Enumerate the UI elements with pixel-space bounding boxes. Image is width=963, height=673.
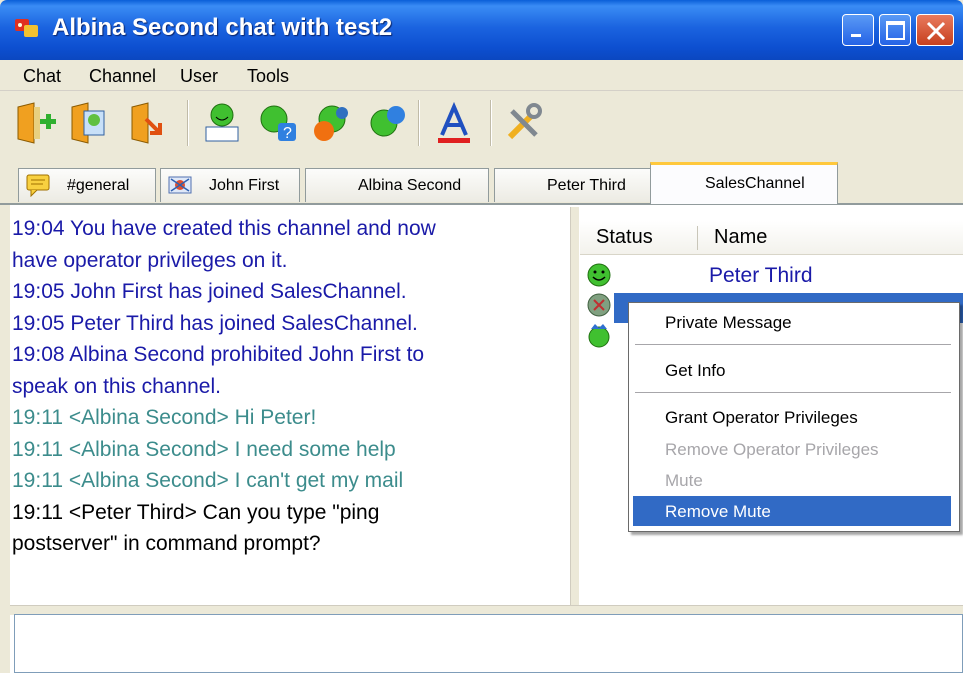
message-input[interactable] xyxy=(14,614,963,673)
app-icon xyxy=(15,19,38,37)
window-title: Albina Second chat with test2 xyxy=(52,14,393,41)
menu-item-remove-mute[interactable]: Remove Mute xyxy=(665,502,771,522)
chat-line: speak on this channel. xyxy=(12,374,221,398)
chat-line: 19:11 <Albina Second> I need some help xyxy=(12,437,396,461)
menu-item-get-info[interactable]: Get Info xyxy=(665,361,725,381)
chat-log[interactable]: 19:04 You have created this channel and … xyxy=(12,213,572,603)
muted-status-icon xyxy=(587,293,611,317)
send-file-icon[interactable] xyxy=(310,101,354,145)
toolbar-separator xyxy=(490,100,492,146)
menu-tools[interactable]: Tools xyxy=(247,66,289,87)
menu-item-private-message[interactable]: Private Message xyxy=(665,313,792,333)
svg-text:?: ? xyxy=(283,125,292,142)
channel-list-icon[interactable] xyxy=(66,101,110,145)
user-name: Peter Third xyxy=(709,264,813,287)
chat-line: 19:08 Albina Second prohibited John Firs… xyxy=(12,343,425,366)
menu-item-grant-operator[interactable]: Grant Operator Privileges xyxy=(665,408,858,428)
online-status-icon xyxy=(587,263,611,287)
chat-bubble-icon xyxy=(26,174,50,197)
tab-label: Albina Second xyxy=(358,177,462,194)
title-bar[interactable]: Albina Second chat with test2 xyxy=(0,0,963,60)
chat-line: 19:11 <Albina Second> I can't get my mai… xyxy=(12,469,404,492)
menu-user[interactable]: User xyxy=(180,66,218,87)
menu-item-mute: Mute xyxy=(665,471,703,490)
enter-channel-icon[interactable] xyxy=(12,101,56,145)
operator-status-icon xyxy=(588,324,610,348)
user-context-menu: Private Message Get Info Grant Operator … xyxy=(628,302,960,532)
minimize-button[interactable] xyxy=(842,14,874,46)
menu-separator xyxy=(635,344,951,345)
maximize-button[interactable] xyxy=(879,14,911,46)
column-header-name[interactable]: Name xyxy=(714,226,767,249)
chat-line: postserver" in command prompt? xyxy=(12,532,321,555)
tab-peter-third[interactable]: Peter Third xyxy=(494,168,652,202)
tab-label: #general xyxy=(67,177,130,194)
tab-albina-second[interactable]: Albina Second xyxy=(305,168,489,202)
add-contact-icon[interactable] xyxy=(364,101,408,145)
toolbar-separator xyxy=(418,100,420,146)
menu-separator xyxy=(635,392,951,393)
tab-label: SalesChannel xyxy=(705,175,805,192)
minimize-icon xyxy=(851,34,861,37)
private-message-icon[interactable] xyxy=(200,101,244,145)
close-button[interactable] xyxy=(916,14,954,46)
muted-user-icon xyxy=(168,176,192,194)
column-header-status[interactable]: Status xyxy=(596,226,653,249)
tab-general[interactable]: #general xyxy=(18,168,156,202)
menu-item-remove-operator: Remove Operator Privileges xyxy=(665,440,879,459)
tab-label: Peter Third xyxy=(547,177,626,194)
toolbar-separator xyxy=(187,100,189,146)
tab-label: John First xyxy=(209,177,280,194)
settings-icon[interactable] xyxy=(502,101,546,145)
chat-line: 19:11 <Peter Third> Can you type "ping xyxy=(12,500,380,524)
menu-channel[interactable]: Channel xyxy=(89,66,156,87)
close-icon xyxy=(926,21,946,41)
chat-line: 19:05 Peter Third has joined SalesChanne… xyxy=(12,311,418,335)
chat-line: 19:05 John First has joined SalesChannel… xyxy=(12,280,407,303)
chat-window: Albina Second chat with test2 Chat Chann… xyxy=(0,0,963,673)
chat-line: have operator privileges on it. xyxy=(12,248,288,272)
tab-saleschannel[interactable]: SalesChannel xyxy=(650,162,838,204)
chat-line: 19:11 <Albina Second> Hi Peter! xyxy=(12,406,317,429)
tab-john-first[interactable]: John First xyxy=(160,168,300,202)
user-info-icon[interactable]: ? xyxy=(256,101,300,145)
column-divider[interactable] xyxy=(697,226,698,250)
font-icon[interactable] xyxy=(432,101,476,145)
menu-chat[interactable]: Chat xyxy=(23,66,61,87)
leave-channel-icon[interactable] xyxy=(126,101,170,145)
maximize-icon xyxy=(886,21,905,40)
chat-line: 19:04 You have created this channel and … xyxy=(12,217,436,240)
